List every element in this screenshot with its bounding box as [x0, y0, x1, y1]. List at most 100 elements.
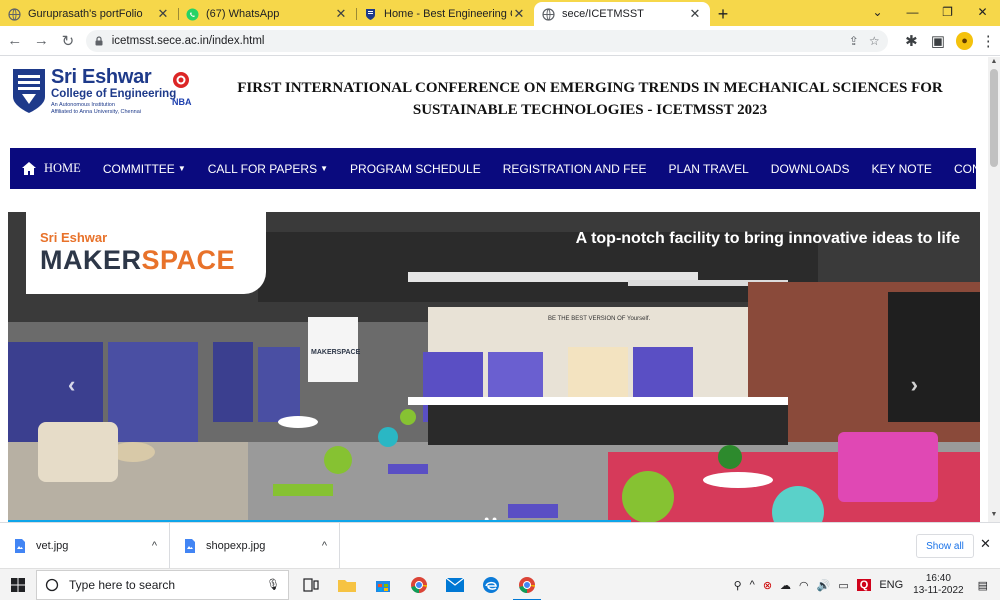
- award-seal-icon: [173, 72, 189, 88]
- close-window-icon[interactable]: ✕: [965, 0, 1000, 24]
- close-tab-icon[interactable]: ✕: [512, 6, 526, 22]
- close-tab-icon[interactable]: ✕: [334, 6, 348, 22]
- notifications-icon[interactable]: ▤: [978, 579, 988, 592]
- search-placeholder: Type here to search: [69, 577, 176, 592]
- windows-taskbar: Type here to search 🎙 ⚲ ^ ⊗ ☁ ◠ 🔊 ▭ Q EN…: [0, 568, 1000, 600]
- tab-portfolio[interactable]: Guruprasath's portFolio ✕: [0, 2, 178, 26]
- close-downloads-icon[interactable]: ✕: [980, 536, 991, 552]
- menu-dots-icon[interactable]: ⋮: [976, 29, 1000, 53]
- close-tab-icon[interactable]: ✕: [156, 6, 170, 22]
- extensions-icon[interactable]: ✱: [900, 29, 924, 53]
- language-indicator[interactable]: ENG: [879, 579, 903, 591]
- carousel-next-icon[interactable]: ›: [911, 372, 918, 398]
- college-crest-icon: [13, 69, 45, 113]
- nav-contact-us[interactable]: CONTACT US: [954, 162, 988, 176]
- globe-icon: [8, 7, 21, 21]
- web-page: Sri Eshwar College of Engineering An Aut…: [0, 57, 988, 522]
- tab-search-icon[interactable]: ⌄: [860, 0, 895, 24]
- chevron-up-icon[interactable]: ^: [322, 540, 327, 552]
- side-panel-icon[interactable]: ▣: [926, 29, 950, 53]
- volume-icon[interactable]: 🔊: [817, 579, 831, 592]
- nav-call-for-papers[interactable]: CALL FOR PAPERS ▼: [208, 162, 328, 176]
- college-tagline-1: An Autonomous Institution: [51, 102, 115, 108]
- tab-whatsapp[interactable]: (67) WhatsApp ✕: [178, 2, 356, 26]
- nav-registration[interactable]: REGISTRATION AND FEE: [503, 162, 647, 176]
- nav-home[interactable]: HOME: [22, 161, 81, 176]
- show-all-button[interactable]: Show all: [916, 534, 974, 558]
- file-explorer-icon[interactable]: [329, 569, 365, 600]
- tab-icetmsst[interactable]: sece/ICETMSST ✕: [534, 2, 710, 26]
- quick-heal-icon[interactable]: Q: [856, 579, 872, 591]
- taskbar-apps: [293, 569, 545, 600]
- scrollbar-thumb[interactable]: [990, 69, 998, 167]
- college-tagline-2: Affiliated to Anna University, Chennai: [51, 109, 141, 115]
- chevron-up-icon[interactable]: ^: [152, 540, 157, 552]
- network-error-icon[interactable]: ⊗: [763, 579, 772, 592]
- share-icon[interactable]: ⇪: [849, 34, 859, 48]
- image-file-icon: [185, 538, 195, 553]
- wall-slogan: BE THE BEST VERSION OF Yourself.: [548, 316, 651, 322]
- windows-start-icon[interactable]: [0, 569, 36, 600]
- brand-large-text: MAKERSPACE: [40, 245, 266, 275]
- clock-time: 16:40: [925, 573, 951, 584]
- store-icon[interactable]: [365, 569, 401, 600]
- tab-college-home[interactable]: Home - Best Engineering College ✕: [356, 2, 534, 26]
- new-tab-button[interactable]: +: [710, 2, 736, 26]
- nav-home-label: HOME: [44, 161, 81, 175]
- brand-small-text: Sri Eshwar: [40, 230, 108, 245]
- chrome-icon[interactable]: [401, 569, 437, 600]
- nav-key-note[interactable]: KEY NOTE: [871, 162, 931, 176]
- screen-label: MAKERSPACE: [311, 349, 361, 356]
- taskbar-search[interactable]: Type here to search 🎙: [36, 569, 289, 600]
- college-shield-icon: [364, 8, 377, 21]
- cloud-icon[interactable]: ☁: [780, 579, 791, 592]
- brand-large-a: MAKER: [40, 245, 142, 275]
- nav-downloads[interactable]: DOWNLOADS: [771, 162, 850, 176]
- nav-program-schedule[interactable]: PROGRAM SCHEDULE: [350, 162, 481, 176]
- page-scrollbar[interactable]: ▲ ▼: [988, 57, 1000, 522]
- scroll-down-icon[interactable]: ▼: [988, 511, 1000, 521]
- search-icon: [45, 578, 59, 591]
- download-filename: shopexp.jpg: [206, 539, 266, 552]
- nav-call-for-papers-label: CALL FOR PAPERS: [207, 161, 318, 176]
- mail-icon[interactable]: [437, 569, 473, 600]
- tab-title: (67) WhatsApp: [206, 8, 280, 20]
- back-icon[interactable]: ←: [3, 29, 27, 53]
- restore-icon[interactable]: ❐: [930, 0, 965, 24]
- download-item[interactable]: shopexp.jpg ^: [170, 522, 340, 569]
- caret-down-icon: ▼: [177, 164, 186, 173]
- people-icon[interactable]: ⚲: [734, 579, 742, 592]
- forward-icon[interactable]: →: [30, 29, 54, 53]
- minimize-icon[interactable]: —: [895, 0, 930, 24]
- nav-plan-travel[interactable]: PLAN TRAVEL: [669, 162, 749, 176]
- address-bar[interactable]: icetmsst.sece.ac.in/index.html ⇪ ☆: [85, 29, 888, 52]
- conference-title-line-2: SUSTAINABLE TECHNOLOGIES - ICETMSST 2023: [412, 102, 768, 118]
- makerspace-brand-card: Sri Eshwar MAKERSPACE: [26, 212, 266, 294]
- carousel-prev-icon[interactable]: ‹: [68, 372, 75, 398]
- hero-tagline: A top-notch facility to bring innovative…: [575, 230, 960, 247]
- battery-icon[interactable]: ▭: [838, 579, 848, 592]
- conference-title: FIRST INTERNATIONAL CONFERENCE ON EMERGI…: [205, 77, 975, 121]
- hero-carousel[interactable]: Sri Eshwar MAKERSPACE A top-notch facili…: [8, 212, 980, 522]
- chevron-up-icon[interactable]: ^: [750, 579, 755, 591]
- task-view-icon[interactable]: [293, 569, 329, 600]
- window-controls: ⌄ — ❐ ✕: [860, 0, 1000, 24]
- scroll-up-icon[interactable]: ▲: [988, 58, 1000, 68]
- college-logo[interactable]: Sri Eshwar College of Engineering An Aut…: [12, 67, 197, 119]
- tab-title: Guruprasath's portFolio: [28, 8, 143, 20]
- close-tab-icon[interactable]: ✕: [688, 6, 702, 22]
- whatsapp-icon: [186, 8, 199, 21]
- profile-avatar-icon[interactable]: ●: [955, 31, 974, 50]
- bookmark-star-icon[interactable]: ☆: [869, 34, 880, 48]
- system-clock[interactable]: 16:40 13-11-2022: [913, 573, 963, 597]
- reload-icon[interactable]: ↻: [56, 29, 80, 53]
- wifi-icon[interactable]: ◠: [799, 579, 809, 592]
- chrome-active-icon[interactable]: [509, 569, 545, 600]
- download-item[interactable]: vet.jpg ^: [0, 522, 170, 569]
- edge-icon[interactable]: [473, 569, 509, 600]
- college-name: Sri Eshwar: [51, 66, 152, 88]
- nav-committee[interactable]: COMMITTEE ▼: [103, 162, 186, 176]
- globe-icon: [542, 7, 555, 21]
- microphone-icon[interactable]: 🎙: [266, 578, 280, 591]
- url-text: icetmsst.sece.ac.in/index.html: [111, 34, 265, 47]
